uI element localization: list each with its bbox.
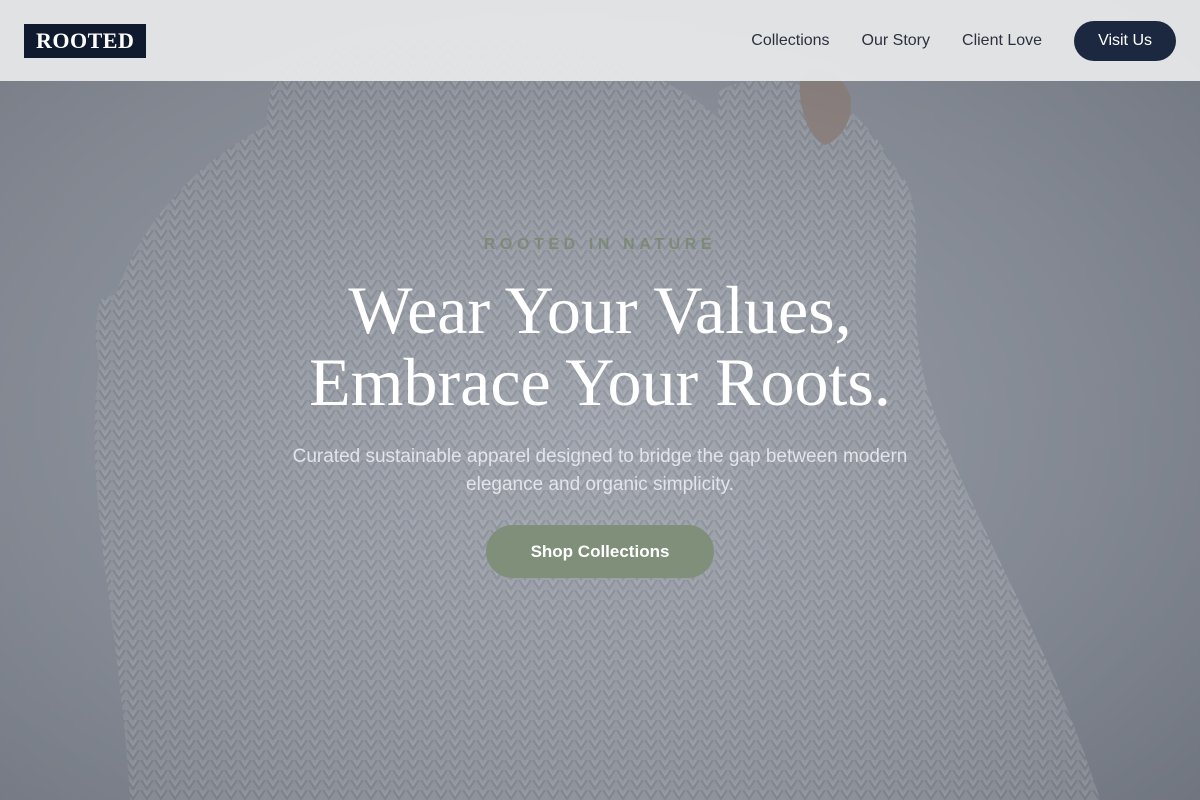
site-header: ROOTED Collections Our Story Client Love…: [0, 0, 1200, 81]
nav-link-our-story[interactable]: Our Story: [862, 32, 930, 50]
visit-us-button[interactable]: Visit Us: [1074, 20, 1176, 61]
shop-collections-button[interactable]: Shop Collections: [486, 525, 714, 578]
hero-headline-line-1: Wear Your Values,: [348, 272, 852, 348]
nav-link-client-love[interactable]: Client Love: [962, 32, 1042, 50]
main-nav: Collections Our Story Client Love Visit …: [751, 20, 1176, 61]
nav-link-collections[interactable]: Collections: [751, 32, 829, 50]
hero-subtext: Curated sustainable apparel designed to …: [292, 446, 908, 495]
page: ROOTED Collections Our Story Client Love…: [0, 0, 1200, 800]
hero-headline: Wear Your Values, Embrace Your Roots.: [0, 274, 1200, 418]
hero-eyebrow: ROOTED IN NATURE: [483, 236, 717, 253]
hero-headline-line-2: Embrace Your Roots.: [309, 344, 891, 420]
hero-section: ROOTED IN NATURE Wear Your Values, Embra…: [0, 0, 1200, 800]
brand-logo[interactable]: ROOTED: [24, 23, 147, 58]
